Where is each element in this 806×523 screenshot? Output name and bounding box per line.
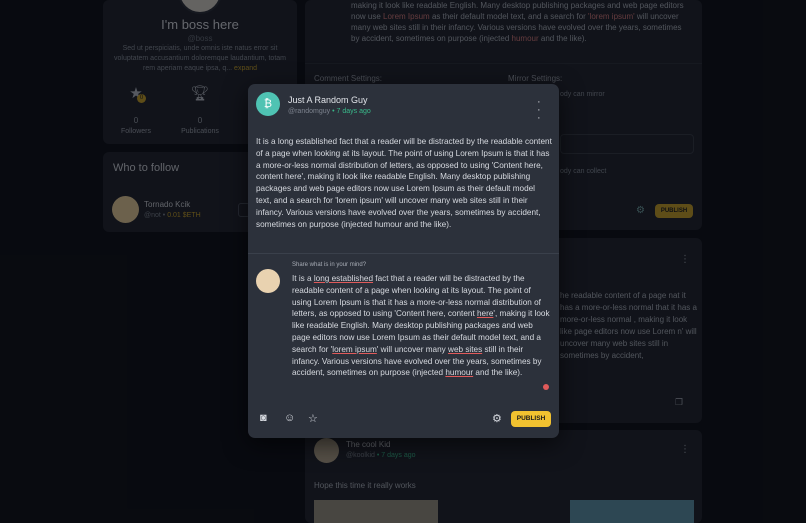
editor-text: and the like). (473, 368, 523, 378)
badge-count: 0 (137, 94, 146, 103)
editor-text: ' will uncover many (376, 344, 449, 354)
follow-user-eth: 0.01 $ETH (167, 212, 201, 219)
comment-settings-label: Comment Settings: (314, 74, 383, 83)
follow-user-name[interactable]: Tornado Kcik (144, 200, 190, 209)
publications-count: 0 (197, 116, 203, 125)
post-time-text: 7 days ago (381, 452, 416, 459)
gif-icon[interactable]: ☺ (284, 412, 295, 424)
text-highlight: 'lorem ipsum' (588, 12, 635, 21)
trophy-icon: 🏆︎ (190, 85, 210, 102)
spellcheck-word[interactable]: lorem ipsum (332, 345, 377, 354)
comment-modal: ₿ Just A Random Guy @randomguy • 7 days … (248, 84, 559, 438)
publications-stat[interactable]: 🏆︎ 0 Publications (165, 84, 235, 135)
post-time: • 7 days ago (376, 452, 416, 459)
feed-post-text: making it look like readable English. Ma… (351, 0, 691, 44)
gear-icon[interactable]: ⚙ (492, 412, 502, 425)
author-meta: @randomguy • 7 days ago (288, 108, 371, 115)
post-image[interactable] (314, 500, 438, 523)
camera-icon[interactable]: ◙ (260, 412, 267, 424)
star-badge-icon: ★ (129, 85, 143, 102)
spellcheck-word[interactable]: web sites (448, 345, 482, 354)
mirror-settings-label: Mirror Settings: (508, 74, 563, 83)
text-part: and the like). (538, 34, 587, 43)
post-time: • 7 days ago (332, 108, 371, 115)
comment-editor[interactable]: It is a long established fact that a rea… (292, 273, 550, 379)
mirror-option[interactable]: ody can mirror (560, 91, 605, 98)
author-handle: @randomguy (288, 108, 331, 115)
feed-post-2-text: he readable content of a page nat it has… (560, 291, 697, 360)
editor-text: It is a (292, 274, 314, 283)
divider (248, 253, 559, 254)
profile-bio: Sed ut perspiciatis, unde omnis iste nat… (112, 44, 288, 74)
post-author-handle: @koolkid (346, 452, 375, 459)
expand-link[interactable]: expand (234, 65, 257, 72)
copy-icon[interactable]: ❐ (675, 397, 683, 408)
avatar[interactable] (112, 196, 139, 223)
divider (305, 63, 702, 64)
publish-button-bg[interactable]: PUBLISH (655, 204, 693, 218)
author-name[interactable]: Just A Random Guy (288, 95, 368, 105)
publications-label: Publications (181, 128, 219, 135)
gear-icon[interactable]: ⚙ (636, 205, 645, 216)
spellcheck-word[interactable]: here (477, 309, 493, 318)
followers-stat[interactable]: ★ 0 0 Followers (101, 84, 171, 135)
spellcheck-word[interactable]: humour (445, 368, 473, 377)
more-options-icon[interactable]: ⋮ (680, 254, 690, 265)
avatar (256, 269, 280, 293)
publish-button[interactable]: PUBLISH (511, 411, 551, 427)
followers-count: 0 (133, 116, 139, 125)
post-text: Hope this time it really works (314, 481, 416, 490)
follow-user-meta: @not • 0.01 $ETH (144, 212, 201, 219)
more-options-icon[interactable]: ⋮ (680, 444, 690, 455)
settings-input[interactable] (560, 134, 694, 154)
profile-name: I'm boss here (161, 17, 239, 32)
post-time-text: 7 days ago (336, 108, 371, 115)
post-author-name[interactable]: The cool Kid (346, 440, 390, 449)
followers-label: Followers (121, 128, 151, 135)
post-body: It is a long established fact that a rea… (256, 137, 552, 229)
text-highlight: Lorem Ipsum (383, 12, 430, 21)
spellcheck-word[interactable]: long established (314, 274, 373, 283)
post-author-meta: @koolkid • 7 days ago (346, 452, 416, 459)
more-options-icon[interactable]: · · · (537, 97, 541, 124)
profile-handle: @boss (187, 34, 213, 43)
star-icon[interactable]: ☆ (308, 412, 318, 425)
profile-bio-text: Sed ut perspiciatis, unde omnis iste nat… (114, 45, 286, 72)
text-highlight: humour (511, 34, 539, 43)
post-image[interactable] (570, 500, 694, 523)
comment-prompt: Share what is in your mind? (292, 262, 367, 268)
collect-option[interactable]: ody can collect (560, 168, 606, 175)
avatar[interactable] (314, 438, 339, 463)
text-part: as their default model text, and a searc… (429, 12, 589, 21)
follow-user-handle: @not (144, 212, 161, 219)
error-indicator-icon (543, 384, 549, 390)
who-to-follow-title: Who to follow (113, 162, 180, 174)
author-avatar[interactable]: ₿ (256, 92, 280, 116)
